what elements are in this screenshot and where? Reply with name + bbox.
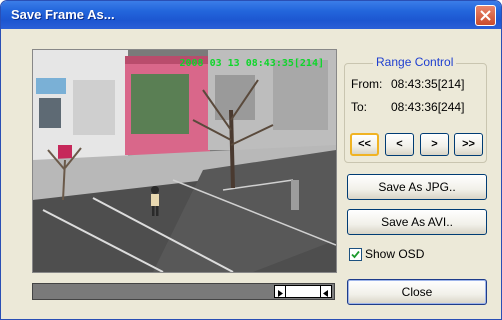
street-scene-image xyxy=(33,50,336,272)
first-frame-button[interactable]: << xyxy=(350,133,379,156)
save-as-avi-button[interactable]: Save As AVI.. xyxy=(347,209,487,235)
to-label: To: xyxy=(351,100,368,114)
range-control-label: Range Control xyxy=(373,55,457,69)
save-frame-dialog: Save Frame As... 2008 03 13 08:43:35[214… xyxy=(0,0,502,320)
show-osd-checkbox[interactable] xyxy=(349,248,362,261)
prev-frame-button[interactable]: < xyxy=(385,133,414,156)
from-value: 08:43:35[214] xyxy=(391,77,465,91)
end-marker-icon xyxy=(323,290,328,297)
from-label: From: xyxy=(351,77,383,91)
checkmark-icon xyxy=(351,250,360,259)
next-frame-button[interactable]: > xyxy=(420,133,449,156)
video-preview: 2008 03 13 08:43:35[214] xyxy=(32,49,337,273)
play-marker-icon xyxy=(278,290,283,297)
close-icon xyxy=(480,10,491,21)
last-frame-button[interactable]: >> xyxy=(454,133,483,156)
show-osd-label[interactable]: Show OSD xyxy=(365,247,424,261)
timeline-scrubber[interactable] xyxy=(32,283,335,300)
to-value: 08:43:36[244] xyxy=(391,100,465,114)
save-as-jpg-button[interactable]: Save As JPG.. xyxy=(347,174,487,200)
close-button[interactable]: Close xyxy=(347,279,487,305)
video-timestamp-osd: 2008 03 13 08:43:35[214] xyxy=(179,58,325,69)
timeline-range xyxy=(286,285,320,298)
dialog-title: Save Frame As... xyxy=(11,7,115,22)
timeline-marker[interactable] xyxy=(274,285,286,298)
title-bar[interactable]: Save Frame As... xyxy=(1,1,501,29)
timeline-end-marker[interactable] xyxy=(320,285,332,298)
timeline-fill xyxy=(33,284,280,299)
title-close-button[interactable] xyxy=(475,5,496,26)
